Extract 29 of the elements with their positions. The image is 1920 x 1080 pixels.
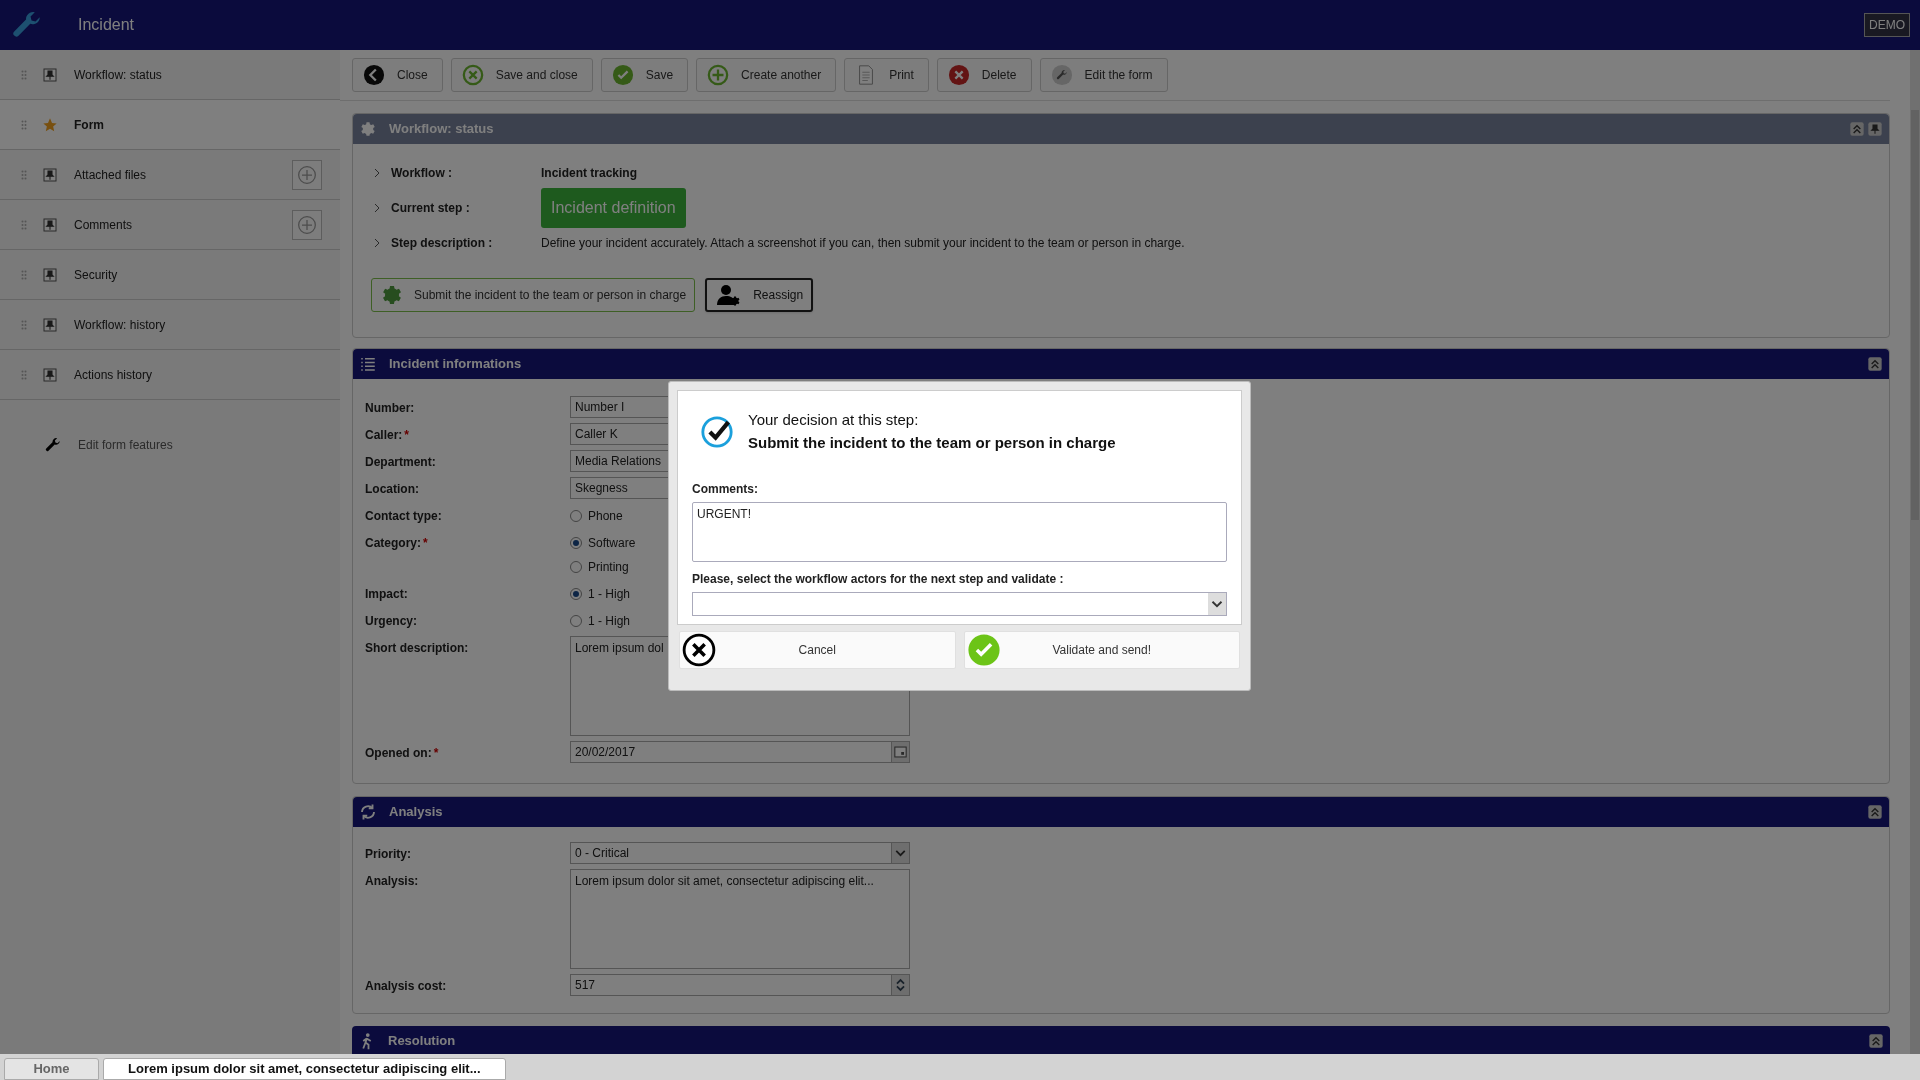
panel-title: Analysis [389,803,443,822]
demo-badge: DEMO [1864,13,1910,37]
field-label: Impact: [365,586,409,603]
field-label: Department: [365,453,437,471]
field-label: Workflow : [391,165,454,182]
field-label: Current step : [391,200,471,217]
field-label: Contact type: [365,508,443,525]
panel-title: Workflow: status [389,120,494,139]
step-description: Define your incident accurately. Attach a screenshot if you can, then submit your incident to the team or person in charge. [541,235,1185,252]
field-label: Priority: [365,845,412,863]
field-label: Comments: [692,481,759,498]
app-title: Incident [78,15,135,35]
field-label: Short description: [365,639,470,657]
field-label: Analysis: [365,872,420,890]
field-label: Opened on: * [365,744,440,762]
field-label: Step description : [391,235,494,252]
decision-title: Submit the incident to the team or person in charge [748,432,1116,453]
field-label: Category: * [365,535,429,552]
field-label: Number: [365,399,416,417]
panel-title: Incident informations [389,355,522,374]
field-label: Location: [365,480,420,498]
field-value: Incident tracking [541,165,638,182]
panel-title: Resolution [388,1032,456,1051]
field-label: Caller: * [365,426,411,444]
step-badge: Incident definition [541,188,686,228]
field-label: Analysis cost: [365,977,448,995]
field-label: Please, select the workflow actors for the next step and validate : [692,571,1065,588]
dialog-heading: Your decision at this step: [748,410,920,430]
field-label: Urgency: [365,613,418,630]
